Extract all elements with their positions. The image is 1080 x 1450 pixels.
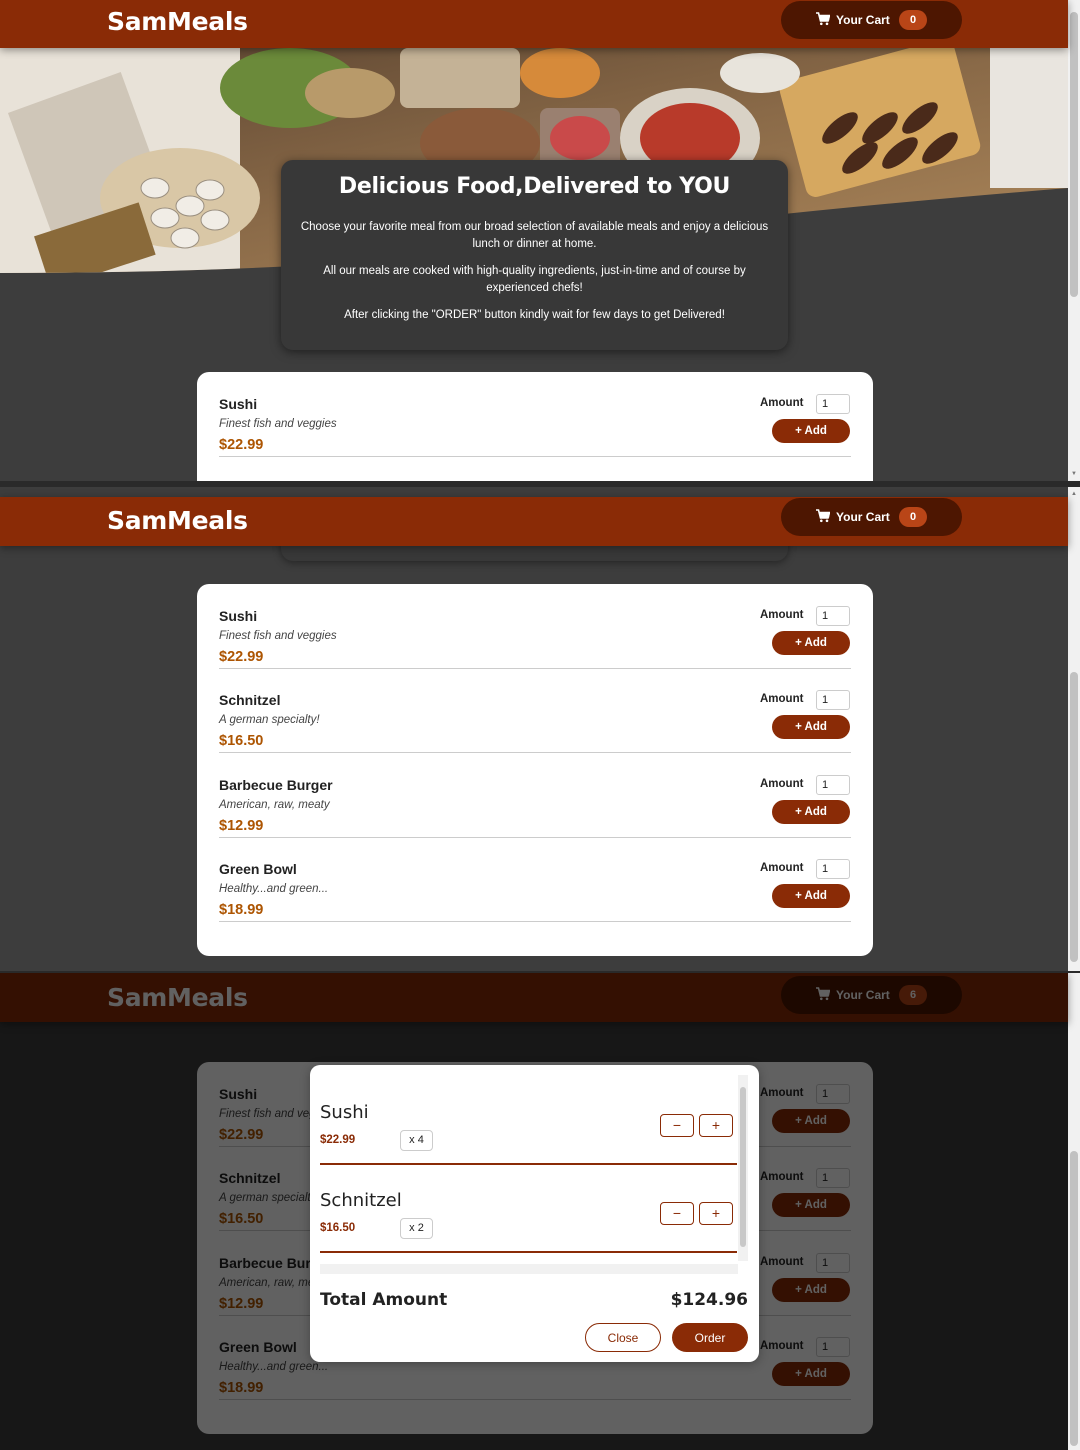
meal-description: Healthy...and green... xyxy=(219,883,329,895)
meal-item: Sushi Finest fish and veggies $22.99 Amo… xyxy=(219,372,851,457)
summary-paragraph: After clicking the "ORDER" button kindly… xyxy=(344,309,725,321)
cart-icon xyxy=(816,509,830,523)
amount-label: Amount xyxy=(760,609,804,621)
add-button[interactable]: + Add xyxy=(772,884,850,908)
cart-item: Schnitzel $16.50 x 2 − + xyxy=(320,1163,737,1253)
increase-button[interactable]: + xyxy=(699,1114,733,1137)
amount-input[interactable] xyxy=(816,859,850,879)
meal-price: $18.99 xyxy=(219,902,264,918)
summary-card: Delicious Food,Delivered to YOU Choose y… xyxy=(281,160,788,350)
order-button[interactable]: Order xyxy=(672,1323,748,1352)
amount-label: Amount xyxy=(760,397,804,409)
cart-label: Your Cart xyxy=(836,510,890,524)
cart-badge: 0 xyxy=(899,10,927,30)
amount-input[interactable] xyxy=(816,394,850,414)
cart-item-price: $22.99 xyxy=(320,1134,356,1146)
amount-label: Amount xyxy=(760,693,804,705)
meal-price: $22.99 xyxy=(219,649,264,665)
total-amount-value: $124.96 xyxy=(670,1290,748,1310)
meal-item: Green Bowl Healthy...and green... $18.99… xyxy=(219,837,851,922)
scrollbar-thumb[interactable] xyxy=(1070,12,1078,297)
scrollbar-thumb[interactable] xyxy=(1070,1151,1078,1446)
cart-item: Sushi $22.99 x 4 − + xyxy=(320,1075,737,1165)
page-scrollbar[interactable]: ▼ xyxy=(1068,0,1080,481)
add-button[interactable]: + Add xyxy=(772,715,850,739)
amount-input[interactable] xyxy=(816,606,850,626)
cart-item-name: Sushi xyxy=(320,1102,369,1123)
scrollbar-thumb[interactable] xyxy=(740,1087,746,1247)
meal-description: A german specialty! xyxy=(219,714,320,726)
add-button[interactable]: + Add xyxy=(772,631,850,655)
meal-item: Schnitzel A german specialty! $16.50 Amo… xyxy=(219,668,851,753)
cart-item-quantity: x 2 xyxy=(400,1218,433,1239)
cart-modal: Sushi $22.99 x 4 − + Schnitzel $16.50 x … xyxy=(310,1065,759,1362)
app-header: SamMeals Your Cart 0 xyxy=(0,497,1068,546)
cart-item-quantity: x 4 xyxy=(400,1130,433,1151)
summary-heading: Delicious Food,Delivered to YOU xyxy=(338,174,731,199)
screenshot-panel-top: SamMeals Your Cart 0 Delicious Food,Deli… xyxy=(0,0,1080,481)
cart-items-list: Sushi $22.99 x 4 − + Schnitzel $16.50 x … xyxy=(320,1075,748,1275)
summary-paragraph: All our meals are cooked with high-quali… xyxy=(323,265,746,294)
scrollbar-thumb[interactable] xyxy=(1070,672,1078,962)
cart-item-name: Schnitzel xyxy=(320,1190,402,1211)
cart-item-price: $16.50 xyxy=(320,1222,356,1234)
page-scrollbar[interactable]: ▲ xyxy=(1068,487,1080,971)
amount-label: Amount xyxy=(760,778,804,790)
total-amount-label: Total Amount xyxy=(320,1290,448,1310)
cart-button[interactable]: Your Cart 0 xyxy=(781,1,962,39)
cart-label: Your Cart xyxy=(836,13,890,27)
amount-input[interactable] xyxy=(816,775,850,795)
meal-item: Barbecue Burger American, raw, meaty $12… xyxy=(219,753,851,838)
close-button[interactable]: Close xyxy=(585,1323,661,1352)
cart-list-scrollbar[interactable] xyxy=(738,1075,748,1261)
meal-description: American, raw, meaty xyxy=(219,799,330,811)
screenshot-panel-bottom: SamMeals Your Cart 6 Sushi Finest fish a… xyxy=(0,973,1080,1450)
cart-button[interactable]: Your Cart 0 xyxy=(781,498,962,536)
brand-logo: SamMeals xyxy=(107,506,248,535)
page-scrollbar[interactable] xyxy=(1068,973,1080,1450)
meal-price: $12.99 xyxy=(219,818,264,834)
cart-list-hscrollbar[interactable] xyxy=(320,1264,738,1274)
meal-name: Sushi xyxy=(219,608,258,624)
meal-name: Barbecue Burger xyxy=(219,777,333,793)
cart-icon xyxy=(816,12,830,26)
increase-button[interactable]: + xyxy=(699,1202,733,1225)
decrease-button[interactable]: − xyxy=(660,1202,694,1225)
meal-name: Green Bowl xyxy=(219,861,297,877)
screenshot-panel-middle: SamMeals Your Cart 0 Sushi Finest fish a… xyxy=(0,487,1080,971)
add-button[interactable]: + Add xyxy=(772,800,850,824)
decrease-button[interactable]: − xyxy=(660,1114,694,1137)
brand-logo: SamMeals xyxy=(107,7,248,36)
scroll-up-icon[interactable]: ▲ xyxy=(1068,489,1080,499)
meals-card: Sushi Finest fish and veggies $22.99 Amo… xyxy=(197,584,873,956)
meal-item: Sushi Finest fish and veggies $22.99 Amo… xyxy=(219,584,851,669)
meal-name: Sushi xyxy=(219,396,258,412)
meal-price: $16.50 xyxy=(219,733,264,749)
summary-paragraph: Choose your favorite meal from our broad… xyxy=(300,221,769,250)
add-button[interactable]: + Add xyxy=(772,419,850,443)
scroll-down-icon[interactable]: ▼ xyxy=(1068,469,1080,479)
amount-label: Amount xyxy=(760,862,804,874)
app-header: SamMeals Your Cart 0 xyxy=(0,0,1068,48)
meal-name: Schnitzel xyxy=(219,692,281,708)
meals-card: Sushi Finest fish and veggies $22.99 Amo… xyxy=(197,372,873,481)
meal-description: Finest fish and veggies xyxy=(219,418,337,430)
meal-price: $22.99 xyxy=(219,437,264,453)
cart-badge: 0 xyxy=(899,507,927,527)
amount-input[interactable] xyxy=(816,690,850,710)
meal-description: Finest fish and veggies xyxy=(219,630,337,642)
